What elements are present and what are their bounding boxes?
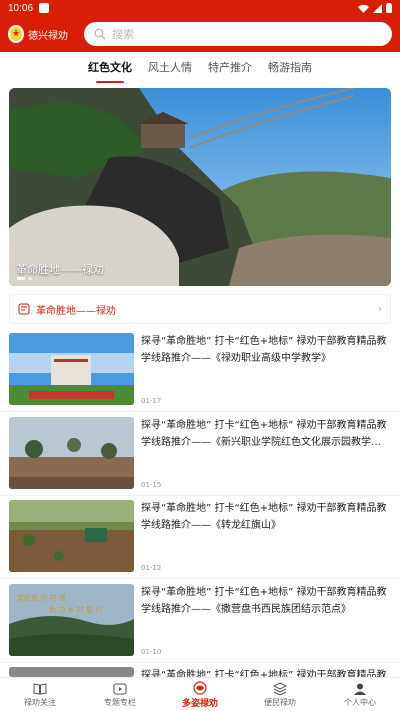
article-thumbnail <box>9 417 134 489</box>
signal-icon <box>373 3 382 13</box>
article-thumbnail <box>9 333 134 405</box>
article-date: 01-10 <box>141 648 162 656</box>
notification-badge-icon <box>39 3 50 13</box>
notice-text: 革命胜地——禄劝 <box>36 305 116 317</box>
search-input[interactable]: 搜索 <box>84 22 392 46</box>
divider <box>0 495 400 496</box>
app-header: ★ 德兴禄劝 搜索 <box>0 16 400 52</box>
nav-label: 便民禄劝 <box>264 697 296 707</box>
divider <box>0 411 400 412</box>
nav-special-topics[interactable]: 专题专栏 <box>80 678 160 711</box>
article-item[interactable]: 探寻“革命胜地” 打卡“红色+地标” 禄劝干部教育精品教学线路推介 <box>9 667 391 677</box>
bottom-navigation: 禄劝关注 专题专栏 多姿禄劝 便民禄劝 个人中心 <box>0 677 400 711</box>
article-title: 探寻“革命胜地” 打卡“红色+地标” 禄劝干部教育精品教学线路推介——《转龙红旗… <box>141 503 387 531</box>
status-time: 10:06 <box>8 2 34 14</box>
tab-red-culture[interactable]: 红色文化 <box>80 52 140 86</box>
layers-icon <box>273 681 287 696</box>
notice-bar[interactable]: 革命胜地——禄劝 › <box>9 294 391 324</box>
tab-local-customs[interactable]: 风土人情 <box>140 52 200 86</box>
article-title: 探寻“革命胜地” 打卡“红色+地标” 禄劝干部教育精品教学线路推介——《新兴职业… <box>141 420 387 448</box>
thumb-overlay-line2: 助 力 乡 村 振 兴 <box>49 605 102 614</box>
nav-public-service[interactable]: 便民禄劝 <box>240 678 320 711</box>
tab-travel-guide[interactable]: 畅游指南 <box>260 52 320 86</box>
article-date: 01-17 <box>141 397 162 405</box>
article-title: 探寻“革命胜地” 打卡“红色+地标” 禄劝干部教育精品教学线路推介——《禄劝职业… <box>141 336 387 364</box>
banner-caption: 革命胜地——禄劝 <box>16 263 104 276</box>
article-thumbnail <box>9 667 134 677</box>
logo-text: 德兴禄劝 <box>28 30 68 42</box>
battery-icon <box>386 3 392 13</box>
article-item[interactable]: 探寻“革命胜地” 打卡“红色+地标” 禄劝干部教育精品教学线路推介——《禄劝职业… <box>9 333 391 405</box>
article-thumbnail: 文化宣 引 村 领 助 力 乡 村 振 兴 <box>9 584 134 656</box>
nav-label: 专题专栏 <box>104 697 136 707</box>
nav-label: 多姿禄劝 <box>181 698 218 709</box>
tab-specialties[interactable]: 特产推介 <box>200 52 260 86</box>
article-date: 01-15 <box>141 481 162 489</box>
video-icon <box>113 683 127 694</box>
banner-pagination <box>17 277 32 280</box>
notice-icon <box>18 303 30 315</box>
nav-colorful-lq[interactable]: 多姿禄劝 <box>160 678 240 711</box>
article-date: 01-12 <box>141 564 162 572</box>
app-logo: ★ 德兴禄劝 <box>8 25 68 43</box>
thumb-overlay-line1: 文化宣 引 村 领 <box>17 593 66 602</box>
search-icon <box>94 28 106 40</box>
article-item[interactable]: 文化宣 引 村 领 助 力 乡 村 振 兴 探寻“革命胜地” 打卡“红色+地标”… <box>9 584 391 656</box>
pagination-dot-active <box>17 277 25 280</box>
logo-emblem-icon: ★ <box>8 25 24 43</box>
article-title: 探寻“革命胜地” 打卡“红色+地标” 禄劝干部教育精品教学线路推介——《撒营盘书… <box>141 587 387 615</box>
search-placeholder: 搜索 <box>112 28 134 41</box>
nav-label: 禄劝关注 <box>24 697 56 707</box>
book-icon <box>33 682 47 695</box>
article-title: 探寻“革命胜地” 打卡“红色+地标” 禄劝干部教育精品教学线路推介 <box>141 670 387 677</box>
nav-personal-center[interactable]: 个人中心 <box>320 678 400 711</box>
nav-lq-focus[interactable]: 禄劝关注 <box>0 678 80 711</box>
article-item[interactable]: 探寻“革命胜地” 打卡“红色+地标” 禄劝干部教育精品教学线路推介——《新兴职业… <box>9 417 391 489</box>
article-thumbnail <box>9 500 134 572</box>
category-tabs: 红色文化 风土人情 特产推介 畅游指南 <box>0 52 400 86</box>
hero-banner[interactable]: 革命胜地——禄劝 <box>9 88 391 286</box>
banner-image <box>9 88 391 286</box>
nav-label: 个人中心 <box>344 697 376 707</box>
flower-icon <box>193 680 207 695</box>
status-bar: 10:06 <box>0 0 400 16</box>
pagination-dot <box>28 277 32 280</box>
divider <box>0 662 400 663</box>
article-item[interactable]: 探寻“革命胜地” 打卡“红色+地标” 禄劝干部教育精品教学线路推介——《转龙红旗… <box>9 500 391 572</box>
person-icon <box>354 683 366 695</box>
status-icons <box>358 3 392 13</box>
wifi-icon <box>358 4 369 13</box>
divider <box>0 578 400 579</box>
chevron-right-icon: › <box>378 303 382 315</box>
